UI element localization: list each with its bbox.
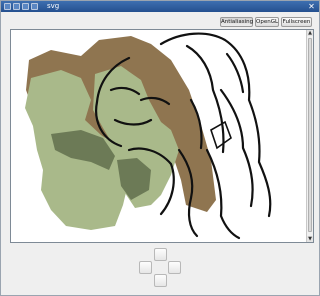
pan-up-button[interactable]: [154, 248, 167, 261]
fullscreen-button[interactable]: Fullscreen: [281, 17, 312, 27]
vertical-scrollbar[interactable]: ▲ ▼: [306, 30, 313, 242]
antialiasing-button[interactable]: Antialiasing: [220, 17, 253, 27]
window-title: svg: [47, 2, 60, 10]
minimize-icon[interactable]: [13, 3, 20, 10]
maximize-icon[interactable]: [22, 3, 29, 10]
opengl-button[interactable]: OpenGL: [255, 17, 279, 27]
svg-illustration: [25, 32, 272, 240]
scrollbar-thumb[interactable]: [308, 38, 312, 232]
scroll-up-icon[interactable]: ▲: [307, 30, 313, 36]
ear-detail: [210, 120, 232, 150]
window-menu-icon[interactable]: [4, 3, 11, 10]
pan-right-button[interactable]: [168, 261, 181, 274]
close-icon[interactable]: ✕: [307, 2, 316, 11]
scroll-down-icon[interactable]: ▼: [307, 236, 313, 242]
svg-canvas[interactable]: ▲ ▼: [10, 29, 314, 243]
application-window: svg ✕ Antialiasing OpenGL Fullscreen ▲ ▼: [0, 0, 320, 296]
pan-down-button[interactable]: [154, 274, 167, 287]
pan-left-button[interactable]: [139, 261, 152, 274]
title-bar: svg ✕: [1, 1, 319, 12]
pin-icon[interactable]: [31, 3, 38, 10]
